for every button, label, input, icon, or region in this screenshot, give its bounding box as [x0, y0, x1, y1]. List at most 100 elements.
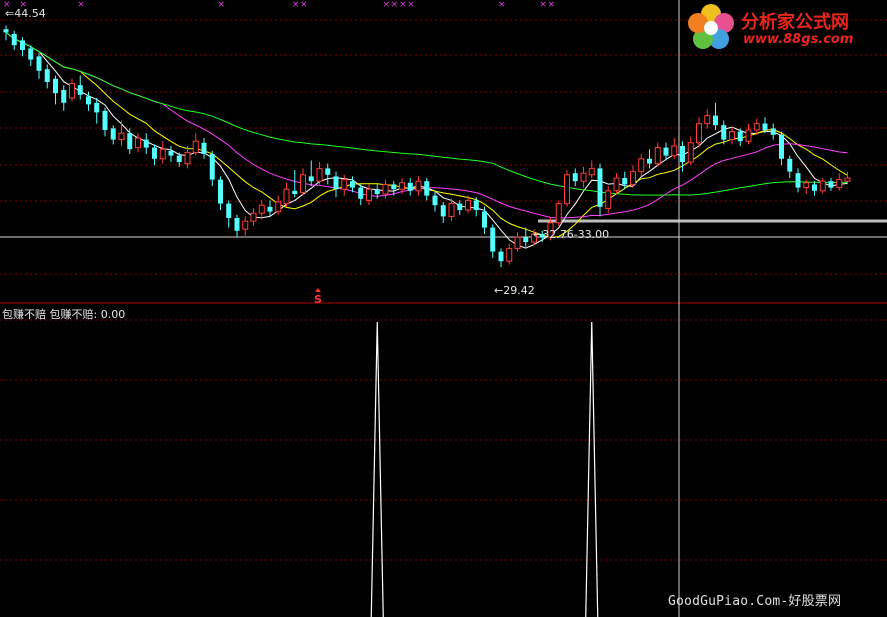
candle-body [836, 179, 843, 189]
candle [53, 75, 58, 105]
candle [102, 107, 108, 137]
indicator-panel [370, 321, 599, 617]
candle-body [86, 96, 91, 105]
candle [292, 170, 298, 198]
candle-body [118, 132, 125, 141]
candle-body [53, 78, 58, 94]
candle [704, 109, 711, 129]
candle-body [358, 187, 364, 199]
candle [613, 173, 620, 194]
candle-body [168, 150, 174, 156]
candle-body [613, 177, 620, 192]
candle [671, 138, 678, 159]
ma-line [5, 32, 848, 196]
candle-body [283, 188, 290, 205]
candle [622, 171, 628, 190]
candle-body [465, 199, 471, 211]
candle-body [341, 179, 348, 190]
target-range-label: ←32.76-33.00 [533, 228, 610, 241]
top-marker: × [300, 0, 308, 10]
candle-body [713, 115, 718, 126]
candle-body [135, 137, 141, 149]
logo-url: www.88gs.com [743, 32, 854, 47]
candle-body [482, 211, 487, 228]
candle-body [514, 236, 521, 249]
candle [358, 184, 364, 206]
low-marker-label: ←29.42 [494, 284, 535, 297]
indicator-title: 包赚不赔 包赚不赔: 0.00 [2, 308, 126, 321]
candle-body [399, 182, 405, 190]
candle-body [218, 179, 223, 204]
candle-body [226, 203, 232, 218]
candle-body [333, 176, 339, 190]
top-marker: × [77, 0, 85, 10]
candle-body [812, 184, 817, 191]
candle-body [828, 181, 834, 188]
candle-body [258, 204, 265, 214]
candle-body [498, 251, 504, 262]
candle [250, 208, 257, 226]
candle-body [762, 123, 768, 130]
candle-body [28, 48, 34, 60]
site-logo: 分析家公式网 www.88gs.com [683, 2, 887, 54]
candle [572, 168, 578, 186]
candle [588, 160, 595, 178]
candle-body [622, 178, 628, 185]
candle [440, 202, 446, 223]
candle-body [184, 151, 191, 165]
candlesticks [3, 25, 851, 268]
candle-body [580, 172, 587, 182]
indicator-spike [370, 321, 384, 617]
candle-body [267, 206, 273, 212]
candle [654, 142, 661, 167]
candle [514, 232, 521, 252]
top-marker: × [292, 0, 300, 10]
candle-body [325, 168, 331, 175]
candle-body [680, 146, 685, 162]
top-marker: × [498, 0, 506, 10]
candle [258, 200, 265, 220]
candle-body [704, 115, 711, 125]
candle-body [292, 190, 298, 194]
candle [490, 224, 496, 258]
candle [11, 30, 17, 50]
candle [234, 214, 240, 238]
candle-body [192, 140, 199, 153]
candle [597, 163, 603, 217]
candle-body [250, 212, 257, 222]
candle-body [94, 102, 100, 113]
indicator-spike [585, 321, 599, 617]
candle-body [61, 90, 67, 103]
candle [61, 85, 67, 111]
candle [267, 200, 273, 217]
candle-body [795, 173, 801, 188]
candle-body [152, 147, 157, 159]
candle [226, 200, 232, 228]
candle-body [663, 147, 669, 156]
candle [836, 173, 843, 191]
top-marker: × [548, 0, 556, 10]
candle [770, 123, 776, 140]
candle [3, 25, 9, 41]
grid-lines [0, 0, 887, 617]
candle [283, 182, 290, 207]
sell-signal-label: S [314, 293, 322, 306]
candle-body [779, 134, 784, 159]
candle-body [770, 128, 776, 135]
candle [787, 155, 793, 178]
candle-body [432, 195, 438, 206]
candle-body [201, 142, 207, 154]
candle-body [159, 148, 166, 160]
candle [779, 131, 784, 166]
candle-body [787, 158, 793, 172]
candle-body [448, 203, 455, 217]
candle [218, 176, 223, 210]
candle [828, 178, 834, 191]
candle-body [819, 180, 826, 192]
candle-body [242, 220, 249, 230]
candle-body [102, 110, 108, 130]
top-marker: × [539, 0, 547, 10]
candle [580, 166, 587, 188]
candle-body [506, 247, 513, 262]
candle [647, 149, 652, 169]
